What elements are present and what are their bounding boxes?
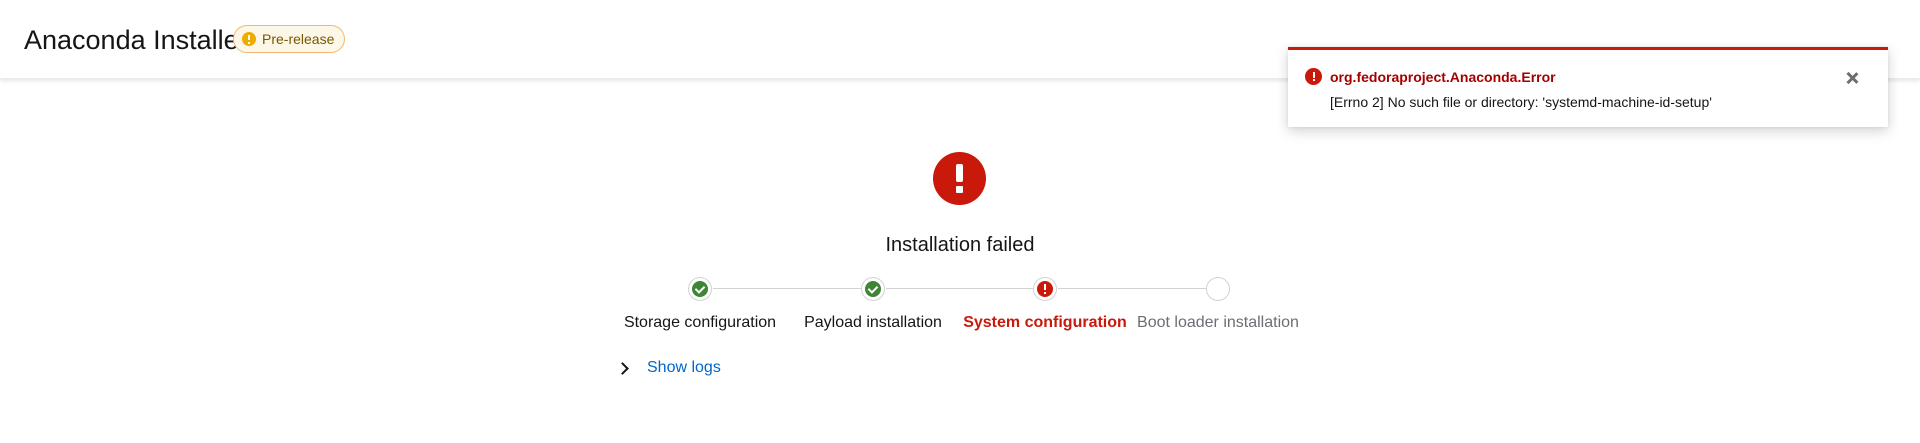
error-toast: org.fedoraproject.Anaconda.Error [Errno … — [1288, 47, 1888, 127]
show-logs-link[interactable]: Show logs — [647, 356, 721, 380]
toast-message: [Errno 2] No such file or directory: 'sy… — [1330, 94, 1712, 110]
step-label-storage: Storage configuration — [623, 314, 777, 331]
app-title: Anaconda Installer — [24, 25, 248, 55]
info-icon — [242, 32, 256, 46]
toast-title: org.fedoraproject.Anaconda.Error — [1330, 69, 1556, 85]
step-connector — [713, 288, 861, 289]
step-indicator-system — [1033, 277, 1057, 301]
badge-label: Pre-release — [262, 31, 335, 47]
check-circle-icon — [865, 281, 881, 297]
show-logs-toggle[interactable]: Show logs — [612, 356, 721, 380]
status-title: Installation failed — [885, 234, 1035, 256]
step-connector — [886, 288, 1033, 289]
step-indicator-payload — [861, 277, 885, 301]
step-label-payload: Payload installation — [804, 314, 942, 331]
chevron-right-icon — [616, 361, 629, 375]
exclamation-circle-icon — [1305, 68, 1322, 85]
exclamation-circle-icon — [1037, 281, 1053, 297]
step-indicator-storage — [688, 277, 712, 301]
exclamation-circle-icon — [933, 152, 986, 205]
step-label-system: System configuration — [963, 314, 1127, 331]
step-label-bootloader: Boot loader installation — [1137, 314, 1299, 331]
step-indicator-bootloader — [1206, 277, 1230, 301]
check-circle-icon — [692, 281, 708, 297]
close-icon[interactable] — [1840, 66, 1864, 90]
pre-release-badge: Pre-release — [233, 25, 346, 53]
step-connector — [1058, 288, 1206, 289]
